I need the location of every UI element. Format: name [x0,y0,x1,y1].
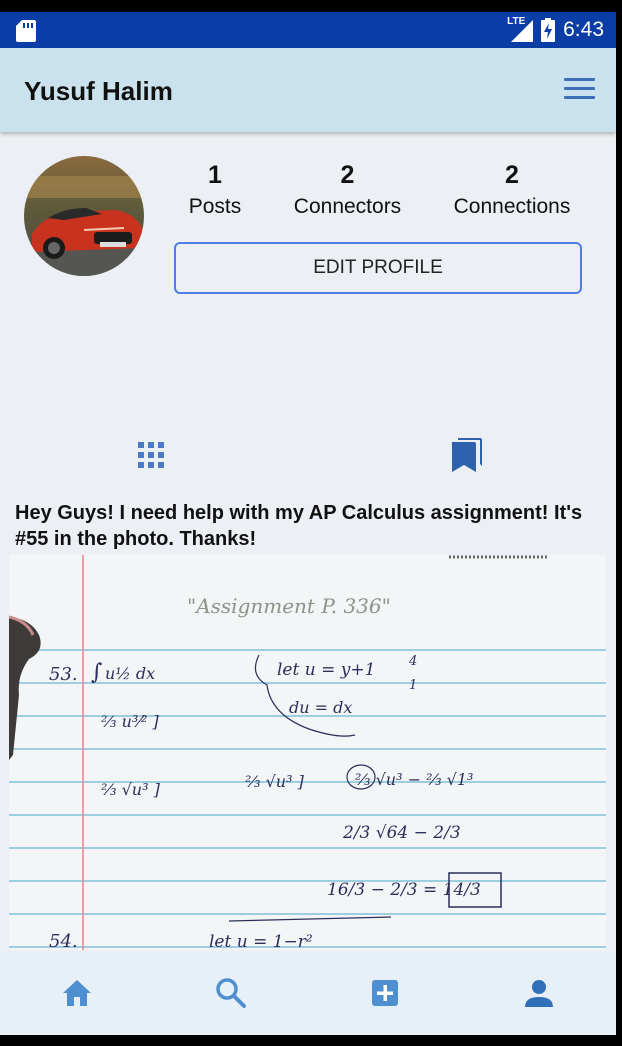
screen: LTE 6:43 Yusuf Halim 1 Posts 2 Connector… [0,12,616,1035]
photo-heading: "Assignment P. 336" [187,594,391,618]
photo-text: du = dx [289,698,352,717]
stat-value: 1 [208,161,222,189]
stat-posts[interactable]: 1 Posts [175,160,255,222]
add-box-icon[interactable] [368,976,402,1010]
lte-signal-icon: LTE [507,16,534,42]
notebook-photo: "Assignment P. 336" 53. ∫ u½ dx ⅔ u³⁄² ]… [9,555,606,950]
page-title: Yusuf Halim [24,76,173,106]
post-photo[interactable]: "Assignment P. 336" 53. ∫ u½ dx ⅔ u³⁄² ]… [9,555,606,950]
stat-value: 2 [505,161,519,189]
stat-connections[interactable]: 2 Connections [447,160,577,222]
edit-profile-button[interactable]: EDIT PROFILE [174,242,582,294]
sd-card-icon [16,20,36,42]
svg-text:⅔ √u³ − ⅔ √1³: ⅔ √u³ − ⅔ √1³ [355,770,473,789]
status-icons: LTE 6:43 [507,16,604,42]
svg-text:∫: ∫ [91,660,103,685]
svg-text:⅔ √u³ ]: ⅔ √u³ ] [101,780,161,799]
home-icon[interactable] [60,976,94,1010]
photo-text: 2/3 √64 − 2/3 [342,823,461,843]
app-bar: Yusuf Halim [0,48,616,132]
photo-text: let u = 1−r² [209,932,313,950]
grid-icon[interactable] [137,441,165,469]
photo-text: let u = y+1 [277,660,375,680]
hamburger-menu-icon[interactable] [564,78,596,100]
stat-value: 2 [340,161,355,189]
photo-text: 1 [409,678,417,693]
network-label: LTE [507,16,526,27]
svg-text:u½ dx: u½ dx [105,664,155,683]
svg-text:⅔ √u³ ]: ⅔ √u³ ] [245,772,305,791]
stat-connectors[interactable]: 2 Connectors [285,160,410,222]
person-icon[interactable] [522,976,556,1010]
battery-charging-icon [541,18,556,42]
photo-text: 54. [49,931,78,950]
stat-label: Posts [188,195,242,218]
post-caption: Hey Guys! I need help with my AP Calculu… [15,502,583,550]
stat-label: Connectors [293,195,402,218]
clock: 6:43 [563,18,604,41]
svg-text:⅔ u³⁄² ]: ⅔ u³⁄² ] [101,712,159,731]
avatar[interactable] [24,156,144,276]
photo-text: 53. [49,664,78,685]
avatar-image [24,156,144,276]
status-bar: LTE 6:43 [0,12,616,48]
photo-text: 16/3 − 2/3 = 14/3 [327,880,481,900]
bookmark-icon[interactable] [450,438,482,472]
search-icon[interactable] [214,976,248,1010]
bottom-navigation [0,952,616,1035]
stat-label: Connections [453,195,571,218]
photo-text: 4 [408,654,417,669]
